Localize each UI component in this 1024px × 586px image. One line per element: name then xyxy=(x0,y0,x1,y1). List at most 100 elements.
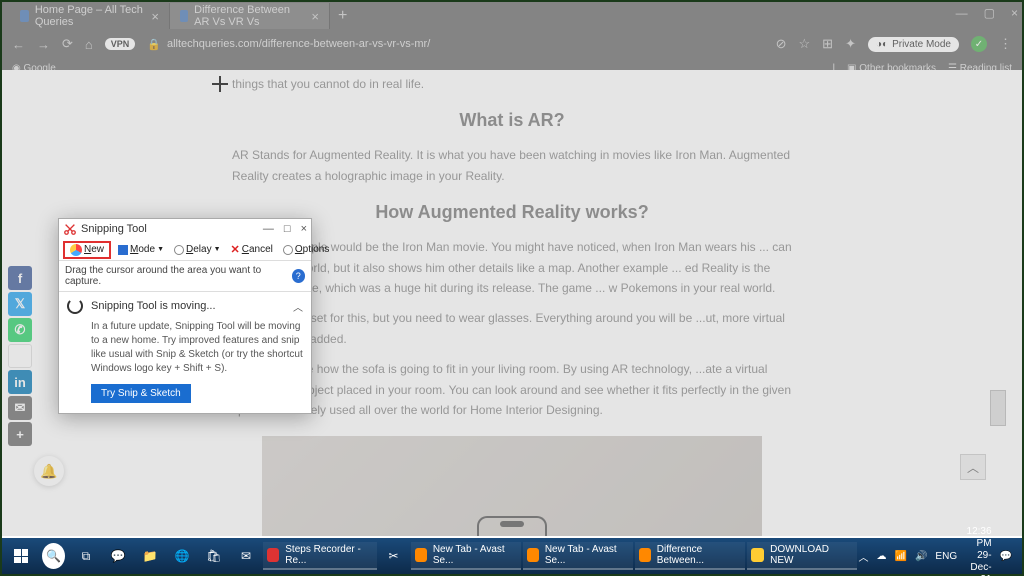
taskbar-item-download[interactable]: DOWNLOAD NEW xyxy=(747,542,857,570)
clock-icon xyxy=(174,245,184,255)
maximize-icon[interactable]: ▢ xyxy=(984,6,995,20)
notification-bell-icon[interactable]: 🔔 xyxy=(34,456,64,486)
taskbar: 🔍 ⧉ 💬 📁 🌐 🛍 ✉ Steps Recorder - Re... ✂ N… xyxy=(2,538,1022,574)
private-mode-badge[interactable]: ◑◐ Private Mode xyxy=(868,37,959,52)
close-icon[interactable]: × xyxy=(301,223,307,235)
mail-button[interactable]: ✉ xyxy=(231,542,261,570)
search-icon: 🔍 xyxy=(42,543,65,569)
new-tab-button[interactable]: + xyxy=(330,7,355,25)
tray-cloud-icon[interactable]: ☁ xyxy=(877,551,887,562)
social-share-sidebar: f 𝕏 ✆ P in ✉ + xyxy=(8,266,32,446)
favicon-icon xyxy=(20,10,29,22)
address-bar[interactable]: 🔒 alltechqueries.com/difference-between-… xyxy=(147,38,763,51)
info-body: In a future update, Snipping Tool will b… xyxy=(67,320,303,376)
tab-home[interactable]: Home Page – All Tech Queries × xyxy=(10,3,170,29)
tray-notifications-icon[interactable]: 💬 xyxy=(1000,551,1012,562)
minimize-icon[interactable]: — xyxy=(956,6,968,20)
gear-icon xyxy=(283,245,293,255)
mode-button[interactable]: Mode ▼ xyxy=(115,243,167,256)
start-button[interactable] xyxy=(6,542,36,570)
window-controls: — ▢ × xyxy=(956,6,1018,20)
delay-button[interactable]: Delay ▼ xyxy=(171,243,224,256)
snip-info-header[interactable]: Snipping Tool is moving... ︿ xyxy=(67,298,303,314)
nav-bar: ← → ⟳ ⌂ VPN 🔒 alltechqueries.com/differe… xyxy=(2,30,1022,58)
star-icon[interactable]: ☆ xyxy=(799,36,811,52)
share-email[interactable]: ✉ xyxy=(8,396,32,420)
shield-check-icon[interactable]: ✓ xyxy=(971,36,987,52)
block-icon[interactable]: ⊘ xyxy=(776,36,787,52)
share-whatsapp[interactable]: ✆ xyxy=(8,318,32,342)
minimize-icon[interactable]: — xyxy=(263,223,274,235)
windows-icon xyxy=(14,549,28,563)
taskbar-item-avast1[interactable]: New Tab - Avast Se... xyxy=(411,542,521,570)
share-linkedin[interactable]: in xyxy=(8,370,32,394)
tab-close-icon[interactable]: × xyxy=(151,9,159,24)
task-view-button[interactable]: ⧉ xyxy=(71,542,101,570)
tray-chevron-icon[interactable]: ︿ xyxy=(859,549,869,564)
cancel-button[interactable]: ✕ Cancel xyxy=(228,242,276,257)
snipping-tool-titlebar[interactable]: Snipping Tool — □ × xyxy=(59,219,311,239)
tray-wifi-icon[interactable]: 📶 xyxy=(895,551,907,562)
explorer-button[interactable]: 📁 xyxy=(135,542,165,570)
app-icon xyxy=(267,548,279,562)
edge-button[interactable]: 🌐 xyxy=(167,542,197,570)
taskbar-item-steps[interactable]: Steps Recorder - Re... xyxy=(263,542,377,570)
forward-icon[interactable]: → xyxy=(37,37,50,52)
new-snip-button[interactable]: New xyxy=(67,243,107,257)
paragraph: ...quire a Headset for this, but you nee… xyxy=(232,308,792,349)
article-body: things that you cannot do in real life. … xyxy=(232,70,792,536)
tab-title: Home Page – All Tech Queries xyxy=(35,4,146,28)
snipping-taskbar-button[interactable]: ✂ xyxy=(379,542,409,570)
chevron-up-icon[interactable]: ︿ xyxy=(293,299,303,314)
tray-volume-icon[interactable]: 🔊 xyxy=(915,551,927,562)
chat-button[interactable]: 💬 xyxy=(103,542,133,570)
heading-how-ar-works: How Augmented Reality works? xyxy=(232,202,792,223)
info-title: Snipping Tool is moving... xyxy=(91,300,216,312)
try-snip-sketch-button[interactable]: Try Snip & Sketch xyxy=(91,384,191,403)
home-icon[interactable]: ⌂ xyxy=(85,37,93,52)
new-snip-icon xyxy=(70,244,82,256)
menu-icon[interactable]: ⋮ xyxy=(999,36,1012,52)
tray-language[interactable]: ENG xyxy=(935,551,957,562)
heading-what-is-ar: What is AR? xyxy=(232,110,792,131)
scissors-icon xyxy=(63,222,77,236)
apps-icon[interactable]: ⊞ xyxy=(822,36,833,52)
search-button[interactable]: 🔍 xyxy=(38,542,69,570)
browser-chrome: Home Page – All Tech Queries × Differenc… xyxy=(2,2,1022,70)
help-icon[interactable]: ? xyxy=(292,269,305,283)
scroll-to-top-button[interactable]: ︿ xyxy=(960,454,986,480)
app-icon xyxy=(415,548,427,562)
snip-hint-bar: Drag the cursor around the area you want… xyxy=(59,261,311,291)
share-facebook[interactable]: f xyxy=(8,266,32,290)
close-window-icon[interactable]: × xyxy=(1011,6,1018,20)
phone-outline-icon xyxy=(477,516,547,536)
window-title: Snipping Tool xyxy=(81,223,147,235)
back-icon[interactable]: ← xyxy=(12,37,25,52)
taskbar-item-diff[interactable]: Difference Between... xyxy=(635,542,745,570)
app-icon xyxy=(527,548,539,562)
article-image xyxy=(262,436,762,536)
chevron-down-icon: ▼ xyxy=(214,246,221,253)
moving-icon xyxy=(67,298,83,314)
chevron-down-icon: ▼ xyxy=(157,246,164,253)
tab-bar: Home Page – All Tech Queries × Differenc… xyxy=(2,2,1022,30)
mask-icon: ◑◐ xyxy=(876,39,888,50)
app-icon xyxy=(639,548,651,562)
taskbar-item-avast2[interactable]: New Tab - Avast Se... xyxy=(523,542,633,570)
puzzle-icon[interactable]: ✦ xyxy=(845,36,856,52)
tab-close-icon[interactable]: × xyxy=(311,9,319,24)
tab-article[interactable]: Difference Between AR Vs VR Vs × xyxy=(170,3,330,29)
store-button[interactable]: 🛍 xyxy=(199,542,229,570)
scrollbar-thumb[interactable] xyxy=(990,390,1006,426)
share-more[interactable]: + xyxy=(8,422,32,446)
tray-clock[interactable]: 12:36 PM 29-Dec-21 xyxy=(965,526,991,586)
url-text: alltechqueries.com/difference-between-ar… xyxy=(167,38,430,50)
vpn-badge[interactable]: VPN xyxy=(105,38,136,50)
share-pinterest[interactable]: P xyxy=(8,344,32,368)
share-twitter[interactable]: 𝕏 xyxy=(8,292,32,316)
options-button[interactable]: Options xyxy=(280,243,332,256)
paragraph: AR Stands for Augmented Reality. It is w… xyxy=(232,145,792,186)
maximize-icon[interactable]: □ xyxy=(284,223,291,235)
reload-icon[interactable]: ⟳ xyxy=(62,36,73,52)
highlight-box: New xyxy=(63,241,111,259)
